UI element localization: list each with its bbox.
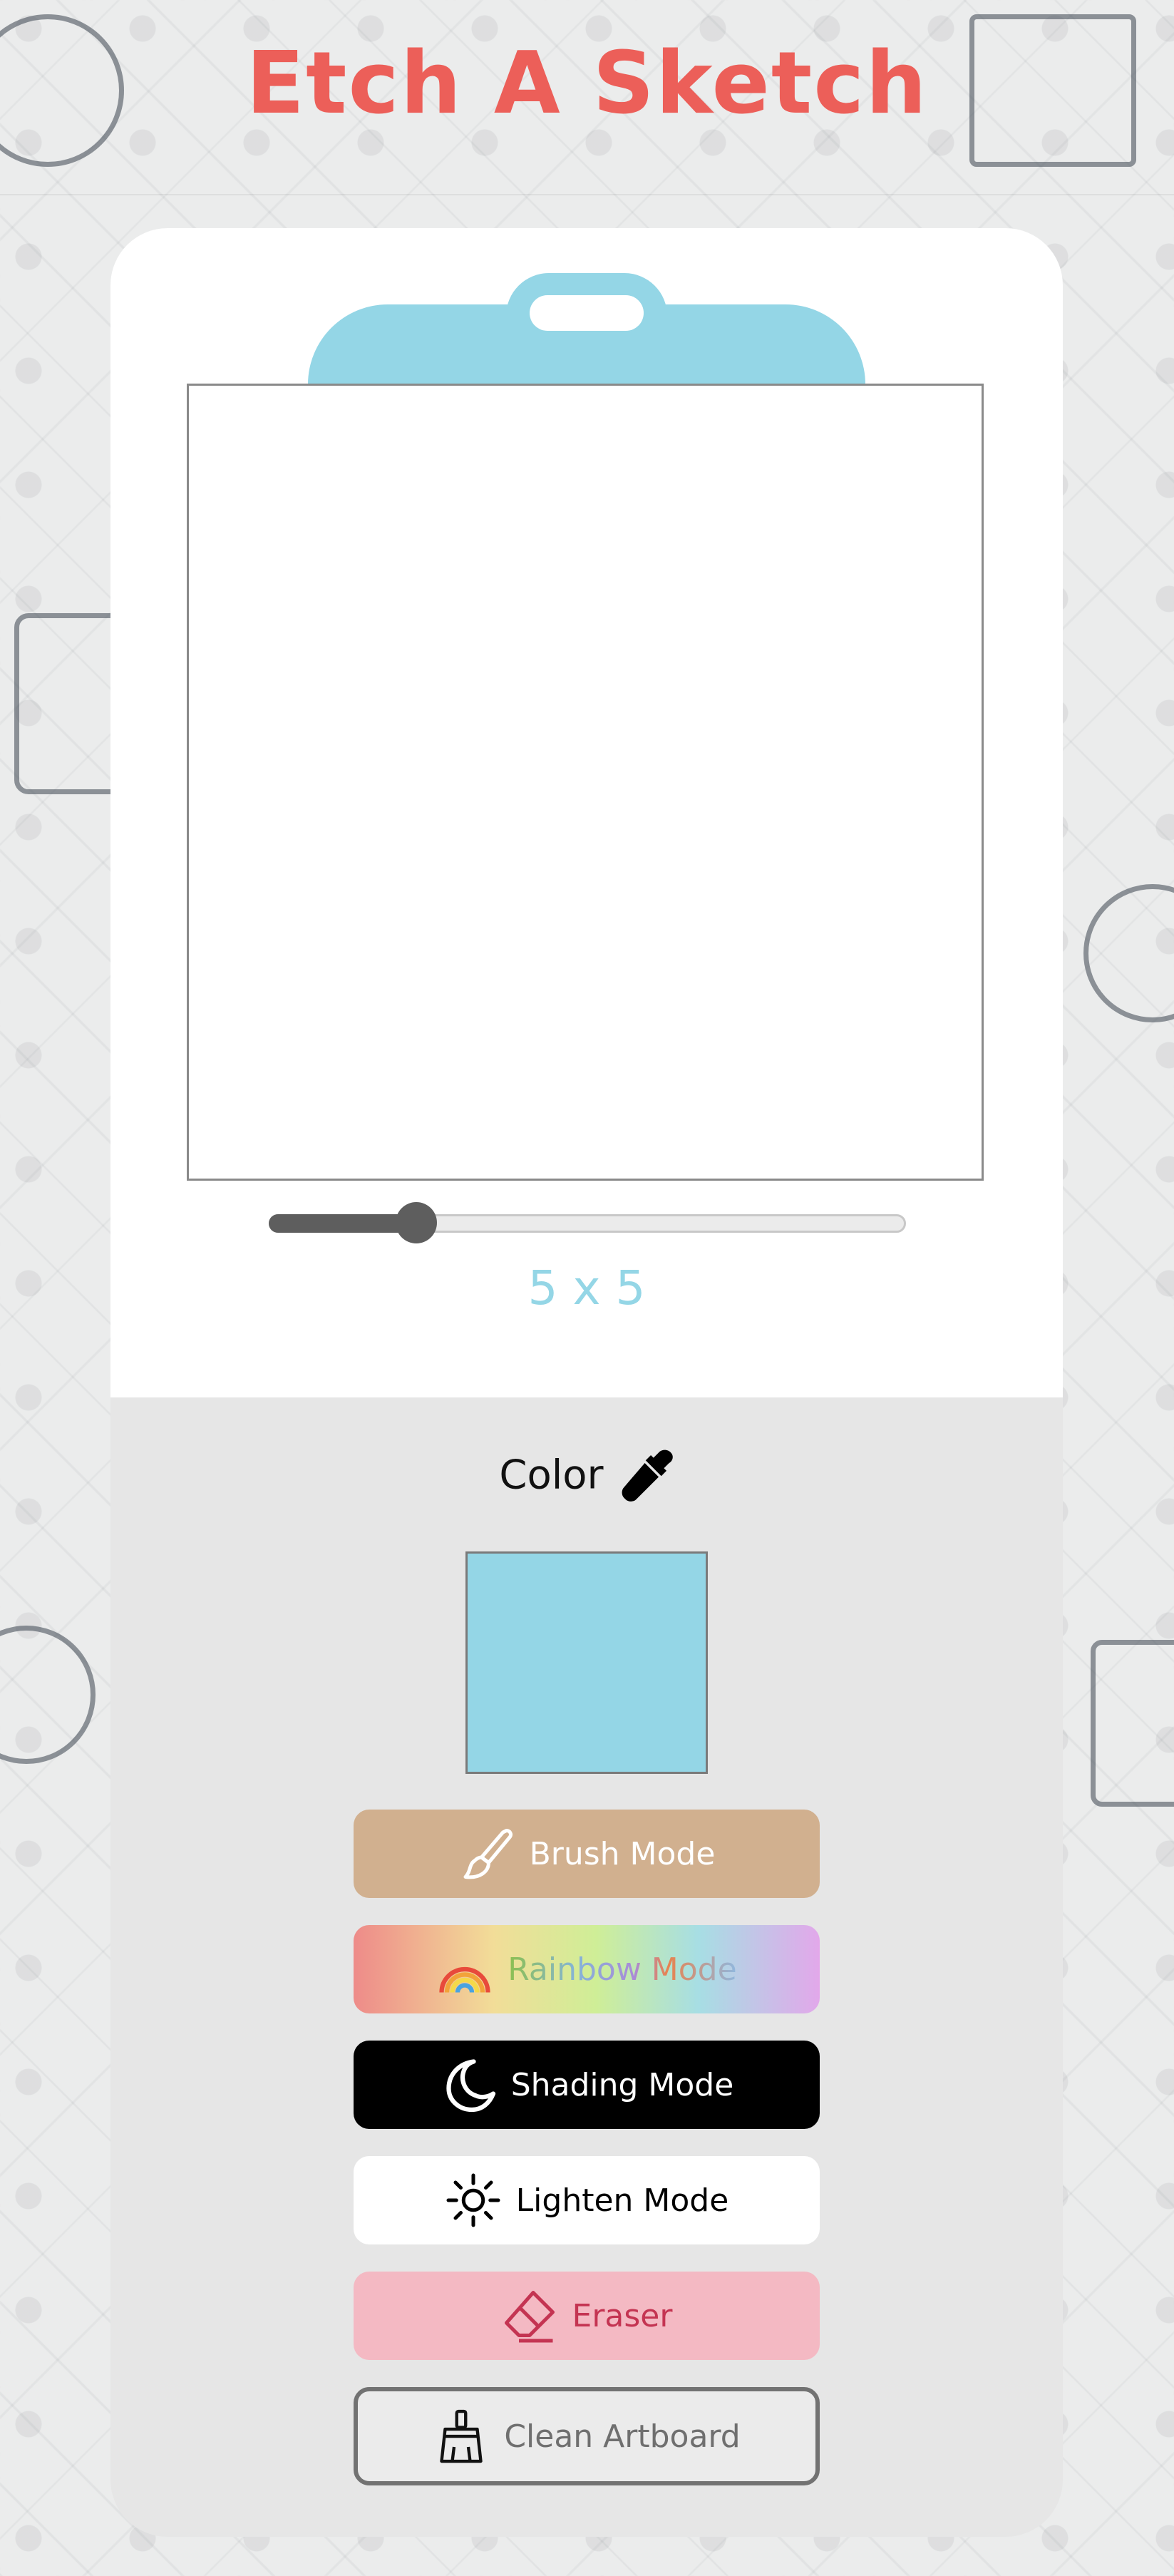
slider-fill bbox=[269, 1214, 417, 1233]
sketch-card: 5 x 5 Color Brush Mode Rainbow Mode Shad… bbox=[110, 228, 1063, 2537]
header: Etch A Sketch bbox=[0, 0, 1174, 195]
clipboard-clip-hole bbox=[530, 295, 644, 331]
color-label: Color bbox=[499, 1452, 604, 1499]
shading-mode-button[interactable]: Shading Mode bbox=[354, 2041, 820, 2129]
shading-mode-label: Shading Mode bbox=[510, 2066, 734, 2103]
rainbow-mode-button[interactable]: Rainbow Mode bbox=[354, 1925, 820, 2013]
moon-icon bbox=[446, 2059, 495, 2113]
clean-artboard-button[interactable]: Clean Artboard bbox=[354, 2387, 820, 2485]
grid-size-slider[interactable] bbox=[269, 1202, 906, 1243]
brush-mode-button[interactable]: Brush Mode bbox=[354, 1810, 820, 1898]
sun-icon bbox=[446, 2173, 500, 2227]
eyedropper-icon bbox=[622, 1449, 673, 1502]
broom-icon bbox=[440, 2409, 483, 2463]
background-doodle bbox=[0, 1626, 96, 1764]
eraser-icon bbox=[504, 2291, 555, 2343]
grid-size-label: 5 x 5 bbox=[527, 1261, 646, 1315]
eraser-button[interactable]: Eraser bbox=[354, 2272, 820, 2360]
color-swatch[interactable] bbox=[465, 1551, 708, 1774]
brush-mode-label: Brush Mode bbox=[529, 1835, 716, 1872]
lighten-mode-label: Lighten Mode bbox=[515, 2182, 729, 2219]
board-area: 5 x 5 bbox=[110, 228, 1063, 1397]
page-title: Etch A Sketch bbox=[246, 34, 928, 133]
paintbrush-icon bbox=[463, 1829, 513, 1879]
eraser-label: Eraser bbox=[572, 2297, 673, 2334]
artboard[interactable] bbox=[187, 384, 984, 1181]
color-row: Color bbox=[110, 1447, 1063, 1503]
rainbow-icon bbox=[439, 1966, 490, 1993]
clean-artboard-label: Clean Artboard bbox=[504, 2418, 741, 2455]
background-doodle bbox=[1083, 884, 1174, 1022]
slider-thumb[interactable] bbox=[396, 1202, 438, 1243]
background-doodle bbox=[1091, 1640, 1174, 1807]
rainbow-mode-label: Rainbow Mode bbox=[508, 1951, 737, 1988]
lighten-mode-button[interactable]: Lighten Mode bbox=[354, 2156, 820, 2244]
